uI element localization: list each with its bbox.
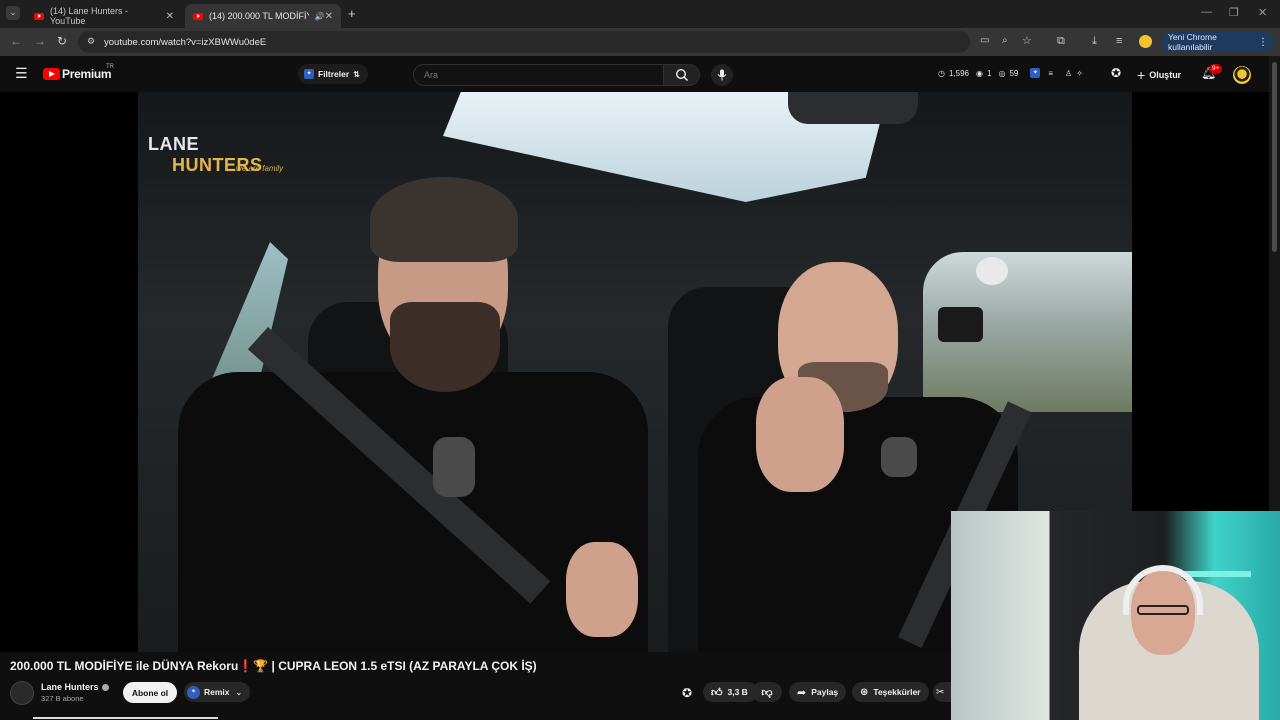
camera-mic bbox=[976, 257, 1008, 285]
youtube-favicon-icon bbox=[193, 12, 203, 20]
download-icon[interactable]: ⤓ bbox=[1092, 35, 1097, 48]
left-person-hand bbox=[566, 542, 638, 637]
history-icon: ◷ bbox=[938, 68, 945, 78]
lapel-mic bbox=[433, 437, 475, 497]
extensions-icon[interactable]: ⧉ bbox=[1057, 35, 1065, 48]
webcam-overlay bbox=[951, 511, 1280, 720]
thumbs-up-icon: 👍︎ bbox=[711, 686, 723, 699]
forward-icon[interactable]: → bbox=[34, 34, 46, 48]
verified-icon bbox=[101, 683, 109, 691]
scissors-icon: ✂ bbox=[936, 686, 945, 698]
extension-badge-icon: ✦ bbox=[187, 685, 200, 699]
chrome-update-button[interactable]: Yeni Chrome kullanılabilir ⋮ bbox=[1162, 32, 1274, 52]
minimize-icon[interactable]: — bbox=[1201, 6, 1212, 18]
back-icon[interactable]: ← bbox=[10, 34, 22, 48]
car-roof-console bbox=[788, 92, 918, 124]
channel-name[interactable]: Lane Hunters bbox=[41, 682, 109, 692]
award-icon[interactable]: ♙ bbox=[1065, 69, 1072, 78]
share-icon: ➦ bbox=[797, 686, 807, 699]
view-icon: ◎ bbox=[998, 68, 1006, 78]
extension-badge-icon[interactable]: ✦ bbox=[1030, 68, 1041, 78]
video-title: 200.000 TL MODİFİYE ile DÜNYA Rekoru❗🏆 |… bbox=[10, 659, 537, 673]
tab-search-icon[interactable]: ⌄ bbox=[6, 6, 20, 20]
clip-button[interactable]: ✂ bbox=[933, 682, 951, 702]
eye-icon: ◉ bbox=[976, 68, 983, 78]
microphone-icon bbox=[717, 69, 727, 81]
share-button[interactable]: ➦ Paylaş bbox=[789, 682, 847, 702]
search-input[interactable] bbox=[414, 65, 663, 85]
thanks-button[interactable]: ⊛ Teşekkürler bbox=[852, 682, 929, 702]
reload-icon[interactable]: ↻ bbox=[57, 34, 67, 48]
youtube-favicon-icon bbox=[34, 12, 44, 20]
browser-toolbar: ← → ↻ ⚙ youtube.com/watch?v=izXBWWu0deE … bbox=[0, 28, 1280, 56]
extension-star-icon[interactable]: ✪ bbox=[682, 686, 692, 700]
create-button[interactable]: + Oluştur bbox=[1137, 67, 1181, 83]
profile-avatar-icon[interactable] bbox=[1139, 35, 1152, 48]
browser-tab-1[interactable]: (14) Lane Hunters - YouTube ✕ bbox=[26, 4, 182, 28]
left-person-beard bbox=[390, 302, 500, 392]
zoom-icon[interactable]: ⌕ bbox=[1002, 35, 1008, 46]
sparkle-icon[interactable]: ✧ bbox=[1076, 69, 1083, 78]
progress-fill bbox=[33, 717, 218, 719]
restore-icon[interactable]: ❐ bbox=[1229, 6, 1239, 19]
left-person-hair bbox=[370, 177, 518, 262]
subscriber-count: 327 B abone bbox=[41, 694, 84, 703]
new-tab-button[interactable]: + bbox=[348, 6, 356, 21]
close-icon[interactable]: ✕ bbox=[166, 11, 174, 22]
browser-tab-strip: ⌄ (14) Lane Hunters - YouTube ✕ (14) 200… bbox=[0, 0, 1280, 28]
right-person-hand bbox=[756, 377, 844, 492]
close-window-icon[interactable]: ✕ bbox=[1258, 6, 1267, 19]
extension-stats: ◷ 1,596 ◉ 1 ◎ 59 ✦ ≡ ♙ ✧ bbox=[938, 68, 1083, 78]
close-icon[interactable]: ✕ bbox=[325, 11, 333, 22]
dislike-button[interactable]: 👎︎ bbox=[752, 682, 782, 702]
list-icon[interactable]: ≡ bbox=[1048, 69, 1053, 78]
search-button[interactable] bbox=[663, 64, 700, 86]
filters-button[interactable]: ✦ Filtreler ⇅ bbox=[298, 64, 368, 84]
voice-search-button[interactable] bbox=[711, 64, 733, 86]
speaker-icon[interactable]: 🔊 bbox=[315, 12, 325, 21]
video-progress-bar[interactable] bbox=[0, 716, 1269, 720]
like-button[interactable]: 👍︎ 3,3 B bbox=[703, 682, 758, 702]
watermark-tagline: we are family bbox=[236, 164, 284, 173]
thanks-icon: ⊛ bbox=[860, 686, 869, 698]
thumbs-down-icon: 👎︎ bbox=[761, 686, 773, 699]
extension-badge-icon: ✦ bbox=[304, 69, 314, 79]
logo-text[interactable]: Premium bbox=[62, 67, 112, 81]
dash-camera bbox=[938, 307, 983, 342]
browser-tab-2[interactable]: (14) 200.000 TL MODİFİYE 🔊 ✕ bbox=[185, 4, 341, 28]
streamer-glasses bbox=[1137, 605, 1189, 615]
tab-title: (14) Lane Hunters - YouTube bbox=[50, 6, 129, 26]
site-info-icon[interactable]: ⚙ bbox=[87, 36, 95, 47]
sliders-icon: ⇅ bbox=[353, 69, 360, 79]
remix-button[interactable]: ✦ Remix ⌄ bbox=[184, 682, 251, 702]
youtube-logo-icon[interactable] bbox=[43, 68, 60, 80]
tab-title: (14) 200.000 TL MODİFİYE bbox=[209, 11, 309, 21]
cast-icon[interactable]: ▭ bbox=[980, 35, 989, 46]
lapel-mic bbox=[881, 437, 917, 477]
youtube-masthead: ☰ Premium TR ✦ Filtreler ⇅ ◷ 1,596 ◉ 1 ◎… bbox=[0, 56, 1280, 92]
avatar[interactable] bbox=[1233, 66, 1251, 84]
logo-region: TR bbox=[106, 64, 114, 70]
channel-avatar[interactable] bbox=[10, 681, 34, 705]
address-bar[interactable]: ⚙ youtube.com/watch?v=izXBWWu0deE ▭ ⌕ ☆ bbox=[78, 31, 1032, 53]
scrollbar-thumb[interactable] bbox=[1272, 62, 1277, 252]
search-box bbox=[413, 64, 663, 86]
media-controls-icon[interactable]: ≡ bbox=[1116, 35, 1122, 47]
notification-badge: 9+ bbox=[1209, 64, 1223, 74]
subscribe-button[interactable]: Abone ol bbox=[123, 682, 177, 703]
menu-icon[interactable]: ☰ bbox=[15, 65, 28, 82]
chevron-down-icon: ⌄ bbox=[235, 687, 243, 697]
extension-star-icon[interactable]: ✪ bbox=[1111, 66, 1121, 80]
more-vert-icon[interactable]: ⋮ bbox=[1258, 37, 1268, 48]
search-icon bbox=[675, 68, 689, 82]
plus-icon: + bbox=[1137, 67, 1146, 83]
bookmark-star-icon[interactable]: ☆ bbox=[1022, 34, 1032, 47]
url-text: youtube.com/watch?v=izXBWWu0deE bbox=[104, 36, 267, 48]
